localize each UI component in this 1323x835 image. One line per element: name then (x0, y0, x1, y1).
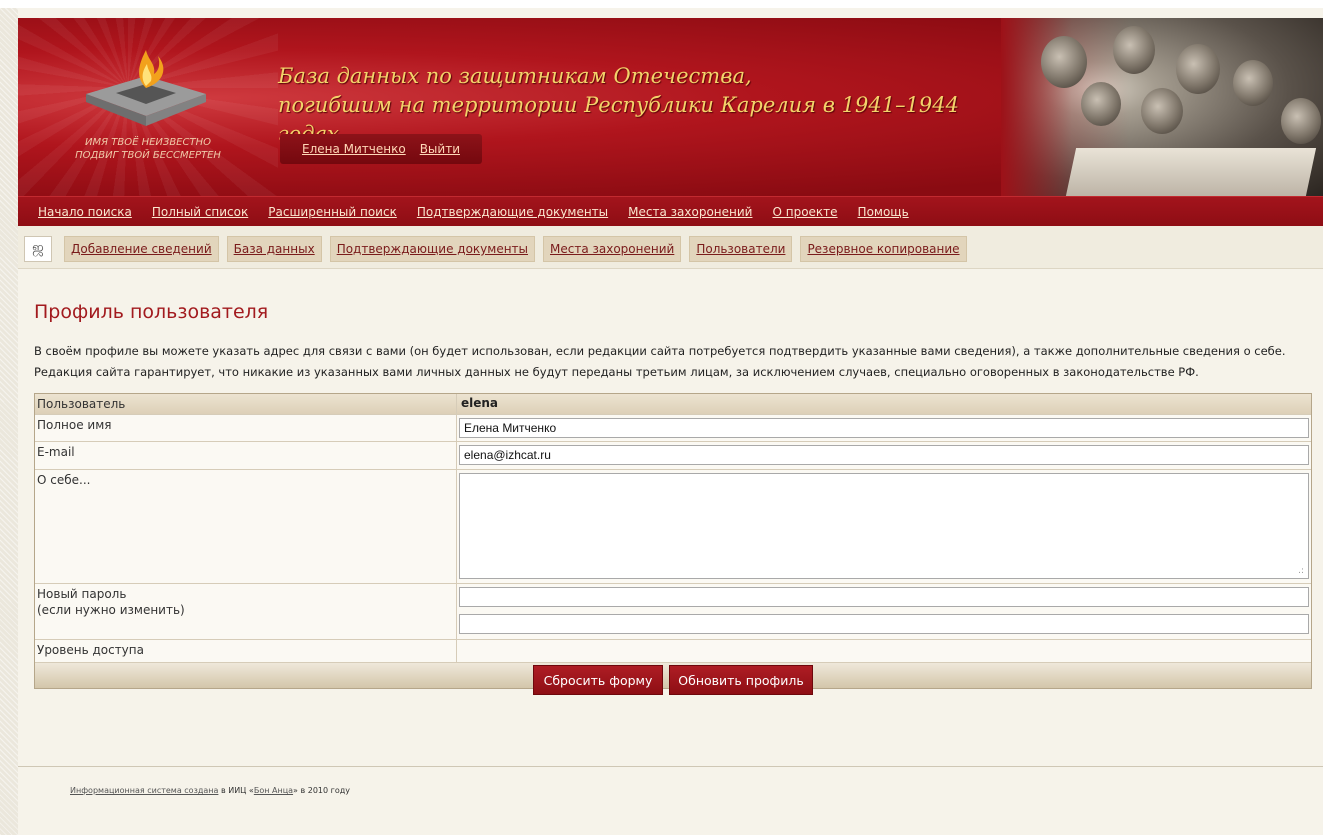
update-profile-button[interactable]: Обновить профиль (669, 665, 813, 695)
photo-figure (1176, 44, 1220, 94)
user-label: Пользователь (37, 397, 126, 411)
site-header: Имя твоё неизвестно Подвиг твой бессмерт… (18, 18, 1323, 196)
motto-line-1: Имя твоё неизвестно (85, 137, 211, 148)
photo-map (1065, 148, 1317, 196)
user-value: elena (461, 396, 499, 410)
photo-figure (1041, 36, 1087, 88)
top-border (0, 0, 1323, 8)
intro-paragraph-2: Редакция сайта гарантирует, что никакие … (34, 365, 1199, 379)
form-buttons: Сбросить форму Обновить профиль (35, 663, 1311, 695)
admin-tab-documents[interactable]: Подтверждающие документы (329, 236, 536, 262)
footer-text-1: в ИИЦ « (218, 786, 254, 795)
footer-company-link[interactable]: Бон Анца (254, 786, 293, 795)
password-cell (456, 584, 1311, 639)
nav-full-list[interactable]: Полный список (152, 205, 248, 219)
page-title: Профиль пользователя (34, 301, 269, 323)
nav-burial-places[interactable]: Места захоронений (628, 205, 752, 219)
admin-tab-add-info[interactable]: Добавление сведений (64, 236, 219, 262)
password-row: Новый пароль (если нужно изменить) (35, 584, 1311, 640)
nav-help[interactable]: Помощь (858, 205, 909, 219)
email-cell: elena@izhcat.ru (456, 442, 1311, 469)
photo-figure (1141, 88, 1183, 134)
nav-search-start[interactable]: Начало поиска (38, 205, 132, 219)
resize-grip-icon[interactable]: .: (1298, 566, 1304, 576)
nav-advanced-search[interactable]: Расширенный поиск (268, 205, 397, 219)
access-level-label: Уровень доступа (37, 643, 144, 657)
password-label-line-2: (если нужно изменить) (37, 603, 185, 617)
new-password-input[interactable] (459, 587, 1309, 607)
motto: Имя твоё неизвестно Подвиг твой бессмерт… (48, 136, 248, 162)
about-label: О себе... (37, 473, 91, 487)
access-level-cell (456, 640, 1311, 662)
footer: Информационная система создана в ИИЦ «Бо… (70, 786, 350, 795)
profile-form: Пользователь elena Полное имя Елена Митч… (34, 393, 1312, 695)
fullname-row: Полное имя Елена Митченко (35, 415, 1311, 442)
admin-tab-backup[interactable]: Резервное копирование (800, 236, 967, 262)
intro-paragraph-1: В своём профиле вы можете указать адрес … (34, 344, 1286, 358)
site-title-line-1: База данных по защитникам Отечества, (278, 64, 752, 88)
photo-figure (1233, 60, 1273, 106)
admin-bar: ஜ Добавление сведений База данных Подтве… (18, 226, 1323, 269)
nav-documents[interactable]: Подтверждающие документы (417, 205, 608, 219)
about-row: О себе... .: (35, 470, 1311, 584)
admin-tabs: Добавление сведений База данных Подтверж… (64, 236, 967, 262)
footer-divider (18, 766, 1323, 767)
page: Имя твоё неизвестно Подвиг твой бессмерт… (18, 8, 1323, 835)
admin-tab-burial-places[interactable]: Места захоронений (543, 236, 682, 262)
header-photo (1001, 18, 1323, 196)
email-row: E-mail elena@izhcat.ru (35, 442, 1311, 470)
photo-figure (1281, 98, 1321, 144)
footer-text-2: » в 2010 году (293, 786, 351, 795)
email-input[interactable]: elena@izhcat.ru (459, 445, 1309, 465)
confirm-password-input[interactable] (459, 614, 1309, 634)
about-cell: .: (456, 470, 1311, 583)
photo-figure (1113, 26, 1155, 74)
main-nav: Начало поиска Полный список Расширенный … (18, 196, 1323, 226)
user-bar: Елена Митченко Выйти (280, 134, 482, 164)
intro-text: В своём профиле вы можете указать адрес … (34, 341, 1323, 383)
user-name-link[interactable]: Елена Митченко (302, 142, 406, 156)
fullname-input[interactable]: Елена Митченко (459, 418, 1309, 438)
logout-link[interactable]: Выйти (420, 142, 460, 156)
eternal-flame-icon (86, 50, 206, 126)
password-label-line-1: Новый пароль (37, 587, 127, 601)
admin-tab-users[interactable]: Пользователи (689, 236, 793, 262)
user-row: Пользователь elena (35, 394, 1311, 415)
about-textarea[interactable]: .: (459, 473, 1309, 579)
fullname-cell: Елена Митченко (456, 415, 1311, 441)
nav-about[interactable]: О проекте (772, 205, 837, 219)
admin-tab-database[interactable]: База данных (226, 236, 322, 262)
fullname-label: Полное имя (37, 418, 112, 432)
motto-line-2: Подвиг твой бессмертен (75, 150, 221, 161)
footer-system-link[interactable]: Информационная система создана (70, 786, 218, 795)
admin-logo-icon[interactable]: ஜ (24, 236, 52, 262)
password-label: Новый пароль (если нужно изменить) (37, 586, 185, 618)
user-value-cell: elena (456, 394, 1311, 414)
email-label: E-mail (37, 445, 75, 459)
access-level-row: Уровень доступа (35, 640, 1311, 663)
photo-figure (1081, 82, 1121, 126)
reset-form-button[interactable]: Сбросить форму (533, 665, 663, 695)
